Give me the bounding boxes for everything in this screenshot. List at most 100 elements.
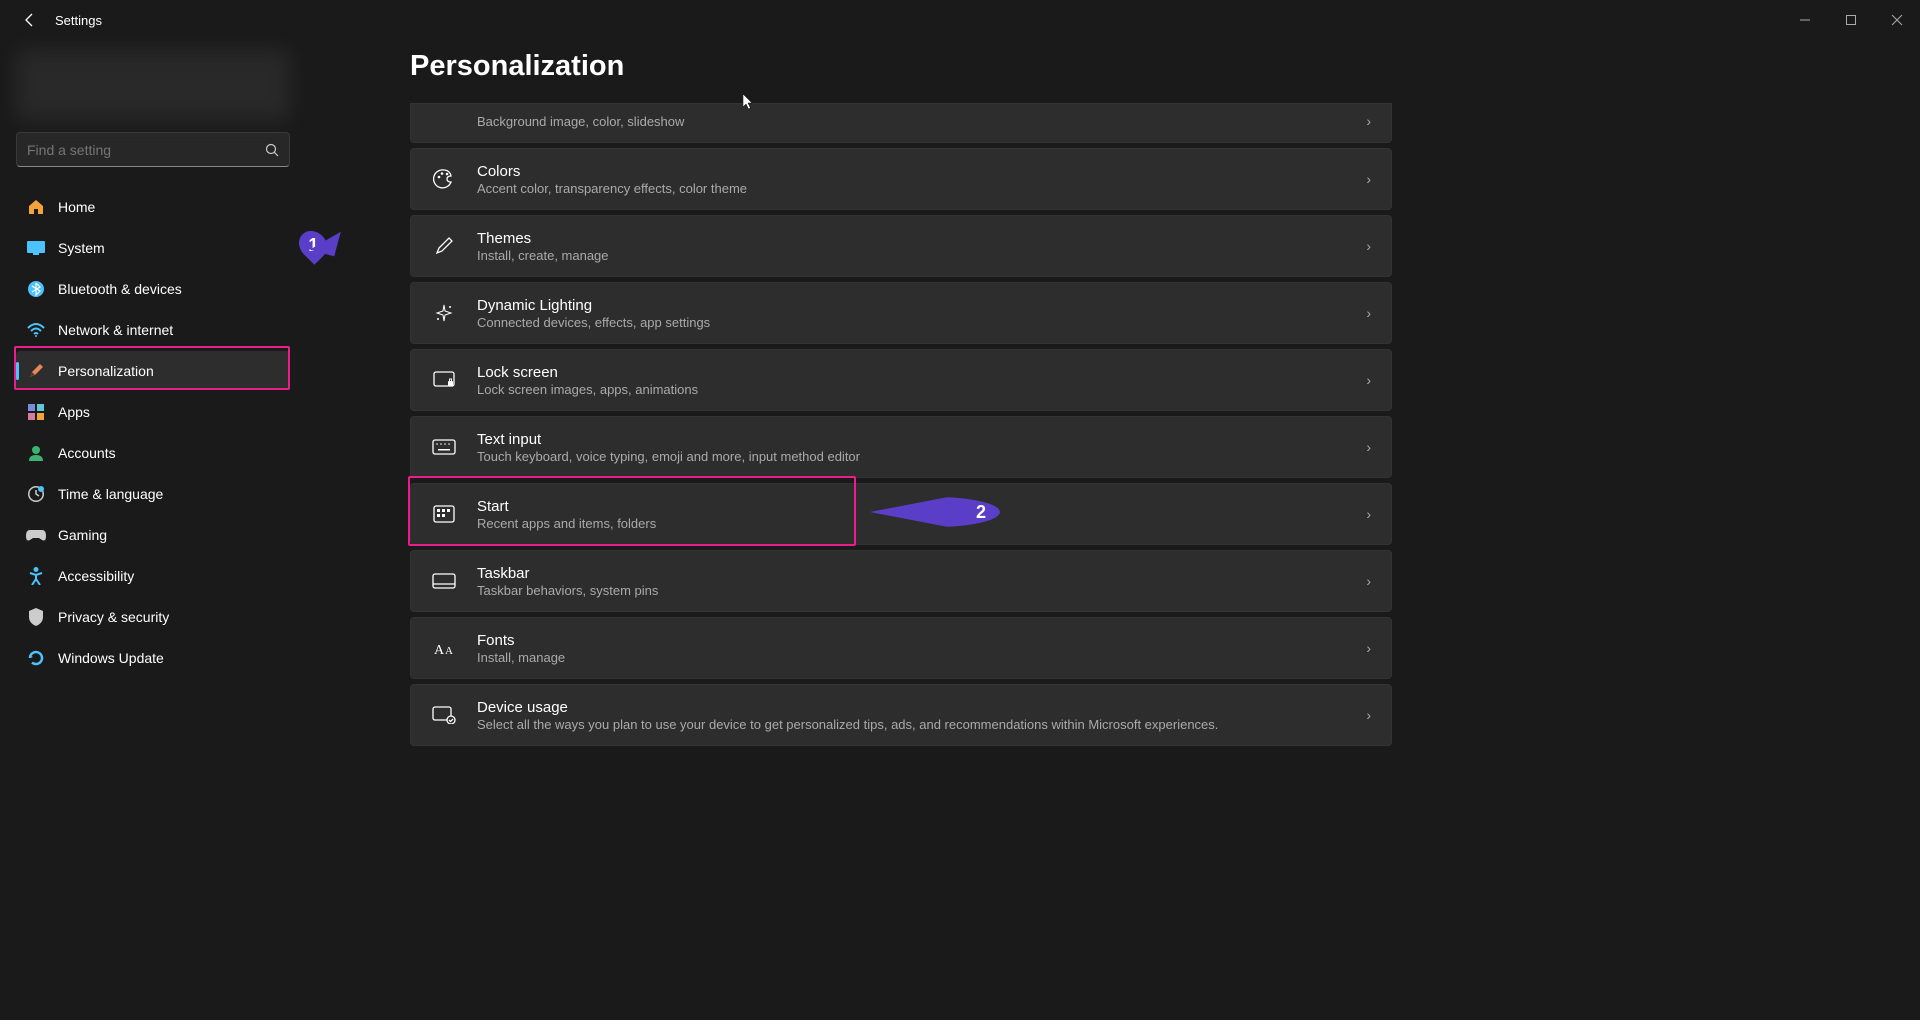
- card-sub: Taskbar behaviors, system pins: [477, 583, 1366, 598]
- chevron-right-icon: ›: [1366, 238, 1371, 254]
- nav-label: Accounts: [58, 445, 116, 461]
- card-sub: Background image, color, slideshow: [477, 114, 1366, 129]
- card-lock-screen[interactable]: Lock screenLock screen images, apps, ani…: [410, 349, 1392, 411]
- nav-label: Windows Update: [58, 650, 164, 666]
- nav-home[interactable]: Home: [16, 187, 290, 226]
- card-title: Themes: [477, 230, 1366, 247]
- card-dynamic-lighting[interactable]: Dynamic LightingConnected devices, effec…: [410, 282, 1392, 344]
- card-colors[interactable]: ColorsAccent color, transparency effects…: [410, 148, 1392, 210]
- card-title: Text input: [477, 431, 1366, 448]
- svg-text:A: A: [434, 643, 445, 657]
- taskbar-icon: [431, 568, 457, 594]
- card-title: Dynamic Lighting: [477, 297, 1366, 314]
- card-sub: Install, manage: [477, 650, 1366, 665]
- nav-privacy[interactable]: Privacy & security: [16, 597, 290, 636]
- nav-apps[interactable]: Apps: [16, 392, 290, 431]
- card-themes[interactable]: ThemesInstall, create, manage ›: [410, 215, 1392, 277]
- user-account-block[interactable]: [16, 50, 290, 120]
- maximize-button[interactable]: [1828, 0, 1874, 40]
- window-title: Settings: [55, 13, 102, 28]
- chevron-right-icon: ›: [1366, 372, 1371, 388]
- chevron-right-icon: ›: [1366, 113, 1371, 129]
- fonts-icon: AA: [431, 635, 457, 661]
- nav-network[interactable]: Network & internet: [16, 310, 290, 349]
- card-title: Device usage: [477, 699, 1366, 716]
- window-controls: [1782, 0, 1920, 40]
- nav-time[interactable]: Time & language: [16, 474, 290, 513]
- card-device-usage[interactable]: Device usageSelect all the ways you plan…: [410, 684, 1392, 746]
- chevron-right-icon: ›: [1366, 573, 1371, 589]
- card-sub: Connected devices, effects, app settings: [477, 315, 1366, 330]
- nav-label: Privacy & security: [58, 609, 169, 625]
- device-icon: [431, 702, 457, 728]
- main-content: Personalization Background image, color,…: [300, 40, 1920, 1020]
- nav-update[interactable]: Windows Update: [16, 638, 290, 677]
- nav-accessibility[interactable]: Accessibility: [16, 556, 290, 595]
- card-title: Start: [477, 498, 1366, 515]
- search-icon: [265, 143, 279, 157]
- nav-label: Personalization: [58, 363, 154, 379]
- chevron-right-icon: ›: [1366, 171, 1371, 187]
- nav-system[interactable]: System: [16, 228, 290, 267]
- card-sub: Select all the ways you plan to use your…: [477, 717, 1366, 732]
- card-title: Colors: [477, 163, 1366, 180]
- time-icon: [26, 484, 46, 504]
- card-title: Lock screen: [477, 364, 1366, 381]
- keyboard-icon: [431, 434, 457, 460]
- nav-label: Apps: [58, 404, 90, 420]
- network-icon: [26, 320, 46, 340]
- background-icon: [431, 108, 457, 134]
- personalization-icon: [26, 361, 46, 381]
- chevron-right-icon: ›: [1366, 640, 1371, 656]
- close-button[interactable]: [1874, 0, 1920, 40]
- titlebar: Settings: [0, 0, 1920, 40]
- card-start[interactable]: StartRecent apps and items, folders ›: [410, 483, 1392, 545]
- system-icon: [26, 238, 46, 258]
- nav-label: Bluetooth & devices: [58, 281, 182, 297]
- nav-bluetooth[interactable]: Bluetooth & devices: [16, 269, 290, 308]
- minimize-button[interactable]: [1782, 0, 1828, 40]
- back-button[interactable]: [10, 0, 50, 40]
- card-sub: Accent color, transparency effects, colo…: [477, 181, 1366, 196]
- card-title: Taskbar: [477, 565, 1366, 582]
- chevron-right-icon: ›: [1366, 305, 1371, 321]
- card-fonts[interactable]: AA FontsInstall, manage ›: [410, 617, 1392, 679]
- brush-icon: [431, 233, 457, 259]
- nav-personalization[interactable]: Personalization: [16, 351, 290, 390]
- cards-list: Background image, color, slideshow › Col…: [410, 103, 1392, 746]
- privacy-icon: [26, 607, 46, 627]
- chevron-right-icon: ›: [1366, 506, 1371, 522]
- chevron-right-icon: ›: [1366, 707, 1371, 723]
- palette-icon: [431, 166, 457, 192]
- nav-gaming[interactable]: Gaming: [16, 515, 290, 554]
- sidebar: Home System Bluetooth & devices Network …: [0, 40, 300, 1020]
- card-title: Fonts: [477, 632, 1366, 649]
- card-text-input[interactable]: Text inputTouch keyboard, voice typing, …: [410, 416, 1392, 478]
- nav-label: Gaming: [58, 527, 107, 543]
- nav-label: Network & internet: [58, 322, 173, 338]
- chevron-right-icon: ›: [1366, 439, 1371, 455]
- accessibility-icon: [26, 566, 46, 586]
- card-taskbar[interactable]: TaskbarTaskbar behaviors, system pins ›: [410, 550, 1392, 612]
- home-icon: [26, 197, 46, 217]
- lockscreen-icon: [431, 367, 457, 393]
- search-box[interactable]: [16, 132, 290, 167]
- svg-text:A: A: [445, 645, 453, 657]
- card-sub: Recent apps and items, folders: [477, 516, 1366, 531]
- nav-accounts[interactable]: Accounts: [16, 433, 290, 472]
- nav-label: Time & language: [58, 486, 163, 502]
- card-sub: Touch keyboard, voice typing, emoji and …: [477, 449, 1366, 464]
- nav-label: System: [58, 240, 105, 256]
- nav-list: Home System Bluetooth & devices Network …: [16, 187, 290, 677]
- update-icon: [26, 648, 46, 668]
- page-title: Personalization: [410, 50, 1920, 83]
- apps-icon: [26, 402, 46, 422]
- nav-label: Home: [58, 199, 95, 215]
- card-sub: Lock screen images, apps, animations: [477, 382, 1366, 397]
- card-background[interactable]: Background image, color, slideshow ›: [410, 103, 1392, 143]
- search-input[interactable]: [27, 142, 265, 158]
- bluetooth-icon: [26, 279, 46, 299]
- start-icon: [431, 501, 457, 527]
- nav-label: Accessibility: [58, 568, 134, 584]
- accounts-icon: [26, 443, 46, 463]
